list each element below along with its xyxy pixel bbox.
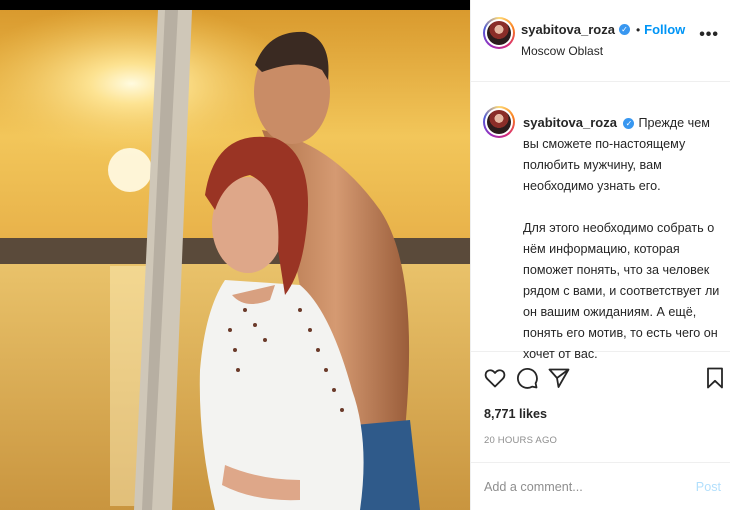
caption-paragraph-2: Для этого необходимо собрать о нём инфор… <box>523 221 720 361</box>
caption-text: syabitova_roza ✓ Прежде чем вы сможете по… <box>523 112 723 365</box>
caption-username[interactable]: syabitova_roza <box>523 115 617 130</box>
post-comment-button[interactable]: Post <box>696 480 721 494</box>
verified-badge-icon: ✓ <box>618 24 630 35</box>
post-side-panel: syabitova_roza ✓ • Follow Moscow Oblast … <box>470 0 730 510</box>
heart-icon[interactable] <box>483 366 507 390</box>
top-black-strip <box>0 0 470 10</box>
post-photo[interactable] <box>0 10 470 510</box>
avatar[interactable] <box>483 17 515 49</box>
comment-bubble-icon[interactable] <box>515 366 539 390</box>
avatar-image <box>487 110 511 134</box>
caption-avatar[interactable] <box>483 106 515 138</box>
comment-input[interactable] <box>484 476 684 498</box>
bookmark-icon[interactable] <box>703 366 727 390</box>
avatar-image <box>487 21 511 45</box>
separator-dot: • <box>635 22 641 37</box>
action-bar <box>471 352 730 402</box>
follow-button[interactable]: Follow <box>644 22 685 37</box>
verified-badge-icon: ✓ <box>623 118 635 129</box>
likes-count[interactable]: 8,771 likes <box>484 407 547 421</box>
post-timestamp[interactable]: 20 HOURS AGO <box>484 435 557 446</box>
photo-illustration <box>0 10 470 510</box>
header-username[interactable]: syabitova_roza <box>521 22 615 37</box>
comment-bar: Post <box>471 462 730 510</box>
post-caption: syabitova_roza ✓ Прежде чем вы сможете по… <box>471 82 730 361</box>
location-link[interactable]: Moscow Oblast <box>521 44 603 58</box>
paper-plane-icon[interactable] <box>547 366 571 390</box>
post-header: syabitova_roza ✓ • Follow Moscow Oblast … <box>471 0 730 82</box>
more-options-icon[interactable]: ••• <box>699 27 719 43</box>
